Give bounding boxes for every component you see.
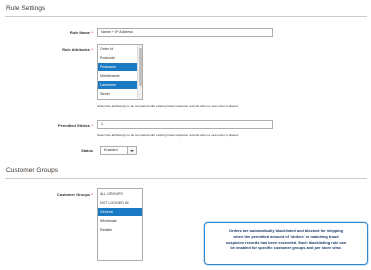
customer-groups-title: Customer Groups — [6, 167, 59, 174]
customer-groups-required-mark: * — [91, 192, 93, 197]
rule-name-required-mark: * — [91, 30, 93, 35]
rule-name-label: Rule Name * — [5, 30, 93, 35]
status-label: Status — [5, 148, 93, 153]
rule-attributes-label-text: Rule Attributes — [62, 47, 90, 52]
rule-attributes-option-selected[interactable]: Lastname — [98, 81, 142, 89]
status-label-text: Status — [81, 148, 93, 153]
rule-attributes-required-mark: * — [91, 47, 93, 52]
customer-groups-option-selected[interactable]: General — [98, 208, 142, 216]
rule-attributes-multiselect[interactable]: Order Id Postcode Firstname Middlename L… — [97, 44, 143, 100]
rule-name-label-text: Rule Name — [69, 30, 90, 35]
permitted-strikes-value: 1 — [101, 122, 104, 126]
permitted-strikes-required-mark: * — [91, 123, 93, 128]
customer-groups-option[interactable]: Wholesale — [98, 217, 142, 225]
rule-attributes-option[interactable]: Postcode — [98, 54, 142, 62]
permitted-strikes-note: Select the attribute(s) to be compared w… — [97, 133, 239, 137]
rule-attributes-scrollbar[interactable] — [137, 45, 142, 99]
rule-name-input[interactable]: Name + IP Address — [97, 28, 273, 37]
rule-attributes-option-selected[interactable]: Firstname — [98, 63, 142, 71]
rule-settings-title: Rule Settings — [6, 5, 46, 12]
chevron-down-icon[interactable] — [127, 147, 136, 154]
status-select[interactable]: Enabled — [100, 146, 137, 155]
permitted-strikes-label-text: Permitted Strikes — [57, 123, 90, 128]
customer-groups-divider — [5, 178, 367, 179]
permitted-strikes-label: Permitted Strikes * — [5, 123, 93, 128]
customer-groups-option[interactable]: Retailer — [98, 226, 142, 234]
permitted-strikes-input[interactable]: 1 — [97, 120, 273, 129]
rule-attributes-note: Select the attribute(s) to be compared w… — [97, 104, 239, 108]
rule-attributes-option[interactable]: Order Id — [98, 45, 142, 53]
info-tooltip: Orders are automatically blacklisted and… — [204, 222, 368, 265]
status-value: Enabled — [104, 148, 118, 152]
customer-groups-label: Customer Groups * — [5, 192, 93, 197]
rule-attributes-option[interactable]: Street — [98, 90, 142, 98]
rule-settings-divider — [5, 16, 367, 17]
tooltip-line: Orders are automatically blacklisted and… — [228, 228, 344, 233]
tooltip-line: be enabled for specific customer groups … — [230, 245, 342, 251]
customer-groups-multiselect[interactable]: ALL GROUPS NOT LOGGED IN General Wholesa… — [97, 188, 143, 261]
customer-groups-option[interactable]: NOT LOGGED IN — [98, 199, 142, 207]
rule-name-value: Name + IP Address — [101, 30, 133, 34]
rule-attributes-label: Rule Attributes * — [5, 47, 93, 52]
rule-attributes-scrollbar-thumb[interactable] — [139, 48, 142, 86]
rule-attributes-option[interactable]: Middlename — [98, 72, 142, 80]
customer-groups-option[interactable]: ALL GROUPS — [98, 190, 142, 198]
customer-groups-label-text: Customer Groups — [56, 192, 90, 197]
